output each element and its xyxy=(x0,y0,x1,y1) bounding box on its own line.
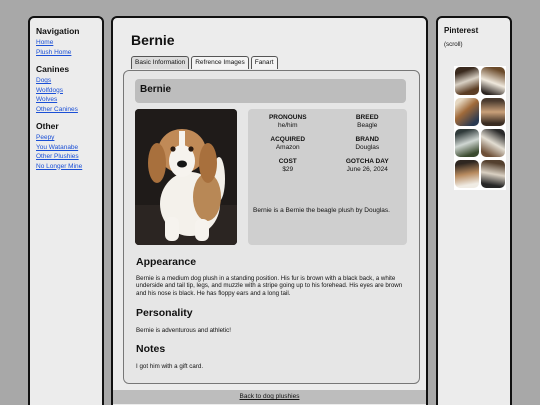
nav-link-peepy[interactable]: Peepy xyxy=(36,133,96,143)
pinterest-heading: Pinterest xyxy=(444,26,479,35)
info-value: June 26, 2024 xyxy=(346,166,388,173)
info-label: COST xyxy=(278,158,297,165)
nav-link-other-canines[interactable]: Other Canines xyxy=(36,105,96,115)
info-value: Beagle xyxy=(357,122,378,129)
beagle-plush-image xyxy=(135,109,237,245)
nav-link-wolves[interactable]: Wolves xyxy=(36,95,96,105)
pinterest-thumbnail[interactable] xyxy=(481,129,505,157)
pinterest-thumbnail[interactable] xyxy=(455,160,479,188)
info-value: Amazon xyxy=(275,144,300,151)
nav-link-plush-home[interactable]: Plush Home xyxy=(36,48,96,58)
profile-card: Bernie PRONOUNS he/him BREED Beagle ACQU… xyxy=(123,70,420,384)
notes-heading: Notes xyxy=(136,343,166,355)
nav-link-no-longer-mine[interactable]: No Longer Mine xyxy=(36,162,96,172)
page-title: Bernie xyxy=(131,32,175,48)
tab-basic-information[interactable]: Basic Information xyxy=(131,56,190,69)
info-pronouns: PRONOUNS he/him xyxy=(248,114,328,130)
notes-text: I got him with a gift card. xyxy=(136,363,204,370)
info-label: GOTCHA DAY xyxy=(345,158,389,165)
nav-link-dogs[interactable]: Dogs xyxy=(36,76,96,86)
pinterest-gallery[interactable] xyxy=(454,66,506,190)
nav-link-you-watanabe[interactable]: You Watanabe xyxy=(36,143,96,153)
back-to-dog-plushies-link[interactable]: Back to dog plushies xyxy=(240,393,300,400)
info-summary: Bernie is a Bernie the beagle plush by D… xyxy=(253,207,390,214)
nav-link-home[interactable]: Home xyxy=(36,38,96,48)
main-content: Bernie Basic Information Refrence Images… xyxy=(111,16,428,405)
nav-heading: Navigation xyxy=(36,26,80,36)
navigation-sidebar: Navigation Home Plush Home Canines Dogs … xyxy=(28,16,104,405)
info-value: Douglas xyxy=(355,144,380,151)
info-cost: COST $29 xyxy=(248,158,328,174)
canines-heading: Canines xyxy=(36,64,70,74)
pinterest-thumbnail[interactable] xyxy=(481,98,505,126)
appearance-heading: Appearance xyxy=(136,256,197,268)
info-value: he/him xyxy=(277,122,298,129)
info-value: $29 xyxy=(282,166,294,173)
tab-fanart[interactable]: Fanart xyxy=(250,56,278,69)
profile-name-header: Bernie xyxy=(135,79,406,103)
pinterest-thumbnail[interactable] xyxy=(455,98,479,126)
info-brand: BRAND Douglas xyxy=(328,136,408,152)
tab-reference-images[interactable]: Refrence Images xyxy=(191,56,249,69)
personality-heading: Personality xyxy=(136,307,193,319)
pinterest-thumbnail[interactable] xyxy=(455,129,479,157)
info-label: BREED xyxy=(355,114,379,121)
pinterest-scroll-hint: (scroll) xyxy=(444,41,463,48)
info-label: BRAND xyxy=(355,136,379,143)
pinterest-thumbnail[interactable] xyxy=(481,160,505,188)
nav-link-wolfdogs[interactable]: Wolfdogs xyxy=(36,86,96,96)
pinterest-thumbnail[interactable] xyxy=(481,67,505,95)
info-panel: PRONOUNS he/him BREED Beagle ACQUIRED Am… xyxy=(248,109,407,245)
other-heading: Other xyxy=(36,121,59,131)
tab-bar: Basic Information Refrence Images Fanart xyxy=(131,56,278,69)
pinterest-sidebar: Pinterest (scroll) xyxy=(436,16,512,405)
back-bar: Back to dog plushies xyxy=(113,390,426,404)
info-grid: PRONOUNS he/him BREED Beagle ACQUIRED Am… xyxy=(248,114,407,174)
personality-text: Bernie is adventurous and athletic! xyxy=(136,327,231,334)
appearance-text: Bernie is a medium dog plush in a standi… xyxy=(136,275,403,297)
info-breed: BREED Beagle xyxy=(328,114,408,130)
plush-photo xyxy=(135,109,237,245)
info-gotcha-day: GOTCHA DAY June 26, 2024 xyxy=(328,158,408,174)
info-label: ACQUIRED xyxy=(270,136,306,143)
pinterest-thumbnail[interactable] xyxy=(455,67,479,95)
nav-link-other-plushies[interactable]: Other Plushies xyxy=(36,152,96,162)
info-label: PRONOUNS xyxy=(268,114,307,121)
info-acquired: ACQUIRED Amazon xyxy=(248,136,328,152)
